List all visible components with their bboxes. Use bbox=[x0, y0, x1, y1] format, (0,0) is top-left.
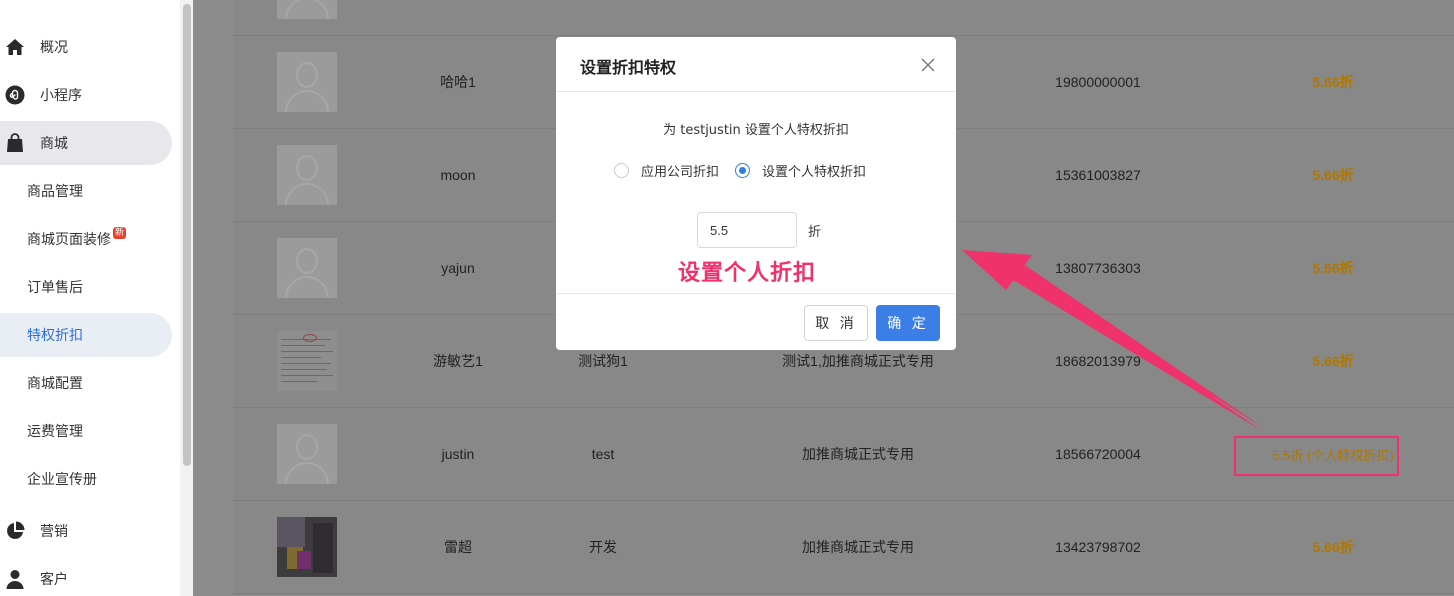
sidebar-item-label: 商城 bbox=[40, 136, 68, 152]
sidebar-sub-item[interactable]: 运费管理 bbox=[0, 409, 83, 453]
sidebar-sub-label: 企业宣传册 bbox=[27, 472, 97, 488]
radio-label: 应用公司折扣 bbox=[641, 165, 720, 180]
sidebar-item-label: 概况 bbox=[40, 40, 68, 56]
new-badge: 新 bbox=[113, 227, 127, 239]
radio-option-company-discount[interactable]: 应用公司折扣 bbox=[614, 161, 719, 180]
annotation-label: 设置个人折扣 bbox=[678, 261, 817, 286]
company-cell: 加推商城正式专用 bbox=[802, 539, 914, 555]
table-row bbox=[233, 0, 1454, 36]
discount-cell[interactable]: 5.66折 bbox=[1243, 501, 1423, 593]
phone-cell: 18682013979 bbox=[1055, 353, 1141, 369]
cancel-button[interactable]: 取 消 bbox=[804, 305, 868, 341]
phone-cell: 13423798702 bbox=[1055, 539, 1141, 555]
mini-program-icon bbox=[4, 84, 26, 106]
avatar-cell bbox=[277, 129, 337, 221]
user-icon bbox=[4, 568, 26, 590]
name-cell: 哈哈1 bbox=[440, 74, 476, 90]
discount-cell[interactable]: 5.66折 bbox=[1243, 222, 1423, 314]
sidebar-item-label: 小程序 bbox=[40, 88, 82, 104]
avatar-document-image bbox=[277, 331, 337, 391]
name-cell: 雷超 bbox=[444, 539, 472, 555]
phone-cell: 13807736303 bbox=[1055, 260, 1141, 276]
avatar bbox=[277, 0, 337, 19]
sidebar-sub-label: 商城页面装修 bbox=[27, 232, 111, 248]
avatar-cell bbox=[277, 501, 337, 593]
sidebar-sub-item[interactable]: 订单售后 bbox=[0, 265, 83, 309]
name-cell: justin bbox=[441, 446, 475, 462]
sidebar-item-label: 营销 bbox=[40, 524, 68, 540]
company-cell: 加推商城正式专用 bbox=[802, 446, 914, 462]
sidebar-item-mini-program[interactable]: 小程序 bbox=[0, 73, 82, 117]
home-icon bbox=[4, 36, 26, 58]
table-row: 雷超 开发 加推商城正式专用 13423798702 5.66折 bbox=[233, 501, 1454, 594]
sidebar-sub-label: 运费管理 bbox=[27, 424, 83, 440]
dialog-header: 设置折扣特权 bbox=[556, 37, 956, 92]
phone-cell: 19800000001 bbox=[1055, 74, 1141, 90]
radio-company-discount[interactable] bbox=[614, 163, 629, 178]
sidebar-sub-label: 特权折扣 bbox=[27, 328, 83, 344]
close-icon[interactable] bbox=[918, 55, 938, 75]
discount-cell[interactable]: 5.66折 bbox=[1243, 36, 1423, 128]
discount-cell[interactable]: 5.66折 bbox=[1243, 315, 1423, 407]
avatar bbox=[277, 424, 337, 484]
sidebar-sub-item-active[interactable]: 特权折扣 bbox=[0, 313, 83, 357]
avatar-cell bbox=[277, 36, 337, 128]
sidebar-sub-item[interactable]: 商城页面装修新 bbox=[0, 217, 127, 261]
discount-value-input[interactable] bbox=[697, 212, 797, 248]
sidebar-sub-label: 商城配置 bbox=[27, 376, 83, 392]
radio-label: 设置个人特权折扣 bbox=[762, 165, 867, 180]
avatar-photo bbox=[277, 517, 337, 577]
sidebar-sub-item[interactable]: 商城配置 bbox=[0, 361, 83, 405]
sidebar-item-customer[interactable]: 客户 bbox=[0, 557, 68, 596]
nickname-cell: test bbox=[591, 446, 615, 462]
sidebar: 概况 小程序 商城 商品管理 商城页面装修新 订单售后 特权折扣 商城配置 运费… bbox=[0, 0, 180, 596]
nickname-cell: 开发 bbox=[589, 539, 617, 555]
phone-cell: 18566720004 bbox=[1055, 446, 1141, 462]
sidebar-sub-item[interactable]: 企业宣传册 bbox=[0, 457, 97, 501]
avatar-cell bbox=[277, 0, 337, 35]
phone-cell: 15361003827 bbox=[1055, 167, 1141, 183]
radio-personal-discount[interactable] bbox=[735, 163, 751, 178]
sidebar-item-marketing[interactable]: 营销 bbox=[0, 509, 68, 553]
pie-chart-icon bbox=[4, 520, 26, 542]
discount-unit-label: 折 bbox=[808, 225, 822, 240]
confirm-button[interactable]: 确 定 bbox=[876, 305, 940, 341]
dialog-footer: 取 消 确 定 bbox=[556, 293, 956, 350]
sidebar-sub-item[interactable]: 商品管理 bbox=[0, 169, 83, 213]
avatar bbox=[277, 52, 337, 112]
annotation-highlight-box bbox=[1234, 436, 1399, 476]
sidebar-item-overview[interactable]: 概况 bbox=[0, 25, 68, 69]
sidebar-sub-label: 订单售后 bbox=[27, 280, 83, 296]
dialog-description: 为 testjustin 设置个人特权折扣 bbox=[663, 123, 849, 138]
avatar-cell bbox=[277, 222, 337, 314]
name-cell: moon bbox=[440, 167, 476, 183]
discount-mode-radio-group: 应用公司折扣 设置个人特权折扣 bbox=[614, 161, 866, 180]
avatar-cell bbox=[277, 315, 337, 407]
sidebar-sub-label: 商品管理 bbox=[27, 184, 83, 200]
sidebar-scrollbar[interactable] bbox=[183, 4, 191, 466]
discount-privilege-dialog: 设置折扣特权 为 testjustin 设置个人特权折扣 应用公司折扣 设置个人… bbox=[556, 37, 956, 350]
sidebar-item-label: 客户 bbox=[40, 572, 68, 588]
name-cell: 游敏艺1 bbox=[433, 353, 483, 369]
radio-option-personal-discount[interactable]: 设置个人特权折扣 bbox=[735, 161, 866, 180]
shopping-bag-icon bbox=[4, 132, 26, 154]
avatar bbox=[277, 238, 337, 298]
sidebar-item-mall[interactable]: 商城 bbox=[0, 121, 68, 165]
discount-cell[interactable]: 5.66折 bbox=[1243, 129, 1423, 221]
name-cell: yajun bbox=[441, 260, 475, 276]
avatar bbox=[277, 145, 337, 205]
avatar-cell bbox=[277, 408, 337, 500]
dialog-title: 设置折扣特权 bbox=[580, 58, 677, 77]
